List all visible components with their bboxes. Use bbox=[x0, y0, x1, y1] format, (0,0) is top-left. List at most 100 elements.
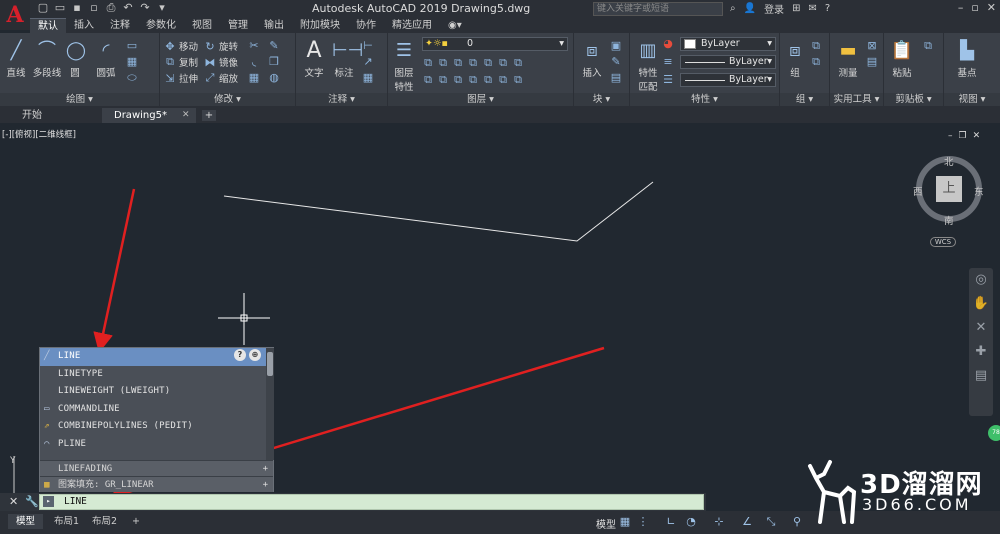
ortho-icon[interactable]: ∟ bbox=[664, 515, 678, 529]
quick-select-icon[interactable]: ⊠ bbox=[866, 39, 878, 52]
hatch-icon[interactable]: ▦ bbox=[126, 55, 138, 68]
user-icon[interactable]: 👤 bbox=[744, 3, 756, 14]
erase-icon[interactable]: ✎ bbox=[268, 39, 280, 52]
measure-button[interactable]: ▬ 测量 bbox=[834, 37, 862, 79]
ungroup-icon[interactable]: ⧉ bbox=[810, 39, 822, 53]
tab-parametric[interactable]: 参数化 bbox=[138, 18, 184, 33]
paste-button[interactable]: 📋 粘贴 bbox=[888, 37, 916, 79]
tab-addins[interactable]: 附加模块 bbox=[292, 18, 348, 33]
calculator-icon[interactable]: ▤ bbox=[866, 55, 878, 68]
tab-home[interactable]: 默认 bbox=[30, 18, 66, 33]
draw-group-title[interactable]: 绘图 ▾ bbox=[0, 93, 159, 106]
scrollbar-thumb[interactable] bbox=[267, 352, 273, 376]
grid-icon[interactable]: ▦ bbox=[618, 515, 632, 529]
trim-icon[interactable]: ✂ bbox=[248, 39, 260, 52]
fillet-icon[interactable]: ◟ bbox=[248, 55, 260, 68]
viewport-label[interactable]: [-][俯视][二维线框] bbox=[2, 128, 76, 140]
layer-dropdown[interactable]: ✦☼▪ 0 ▾ bbox=[422, 37, 568, 51]
rotate-button[interactable]: ↻ 旋转 bbox=[204, 39, 238, 54]
edit-block-icon[interactable]: ✎ bbox=[610, 55, 622, 68]
array-icon[interactable]: ▦ bbox=[248, 71, 260, 84]
view-group-title[interactable]: 视图 ▾ bbox=[944, 93, 1000, 106]
app-menu-button[interactable]: A bbox=[0, 0, 30, 30]
autocomplete-item-line[interactable]: ╱ LINE bbox=[40, 348, 266, 366]
exchange-icon[interactable]: ✉ bbox=[808, 3, 816, 14]
autocomplete-group-hatch[interactable]: ▦ 图案填充: GR_LINEAR + bbox=[40, 476, 273, 492]
search-icon[interactable]: ⌕ bbox=[730, 3, 736, 14]
color-wheel-icon[interactable]: ◕ bbox=[662, 37, 674, 50]
web-search-icon[interactable]: ⊕ bbox=[249, 349, 261, 361]
autocomplete-scrollbar[interactable] bbox=[266, 348, 274, 460]
explode-icon[interactable]: ❐ bbox=[268, 55, 280, 68]
layout-tab-2[interactable]: 布局2 bbox=[84, 514, 125, 529]
match-properties-button[interactable]: ▥ 特性 匹配 bbox=[634, 37, 662, 93]
clipboard-group-title[interactable]: 剪贴板 ▾ bbox=[884, 93, 943, 106]
close-icon[interactable]: ✕ bbox=[987, 1, 996, 14]
lineweight-toggle-icon[interactable]: ∠ bbox=[740, 515, 754, 529]
ellipse-icon[interactable]: ⬭ bbox=[126, 71, 138, 85]
tab-view[interactable]: 视图 bbox=[184, 18, 220, 33]
zoom-extents-icon[interactable]: ✕ bbox=[969, 316, 993, 340]
circle-button[interactable]: ◯ 圆 bbox=[64, 37, 86, 79]
tab-insert[interactable]: 插入 bbox=[66, 18, 102, 33]
create-block-icon[interactable]: ▣ bbox=[610, 39, 622, 52]
print-icon[interactable]: ⎙ bbox=[104, 1, 118, 15]
selection-cycling-icon[interactable]: ⤡ bbox=[764, 515, 778, 529]
rectangle-icon[interactable]: ▭ bbox=[126, 39, 138, 52]
table-icon[interactable]: ▦ bbox=[362, 71, 374, 84]
viewcube-top-face[interactable]: 上 bbox=[936, 176, 962, 202]
autocomplete-group-linefading[interactable]: LINEFADING + bbox=[40, 460, 273, 476]
stretch-button[interactable]: ⇲ 拉伸 bbox=[164, 71, 198, 86]
search-input[interactable]: 键入关键字或短语 bbox=[593, 2, 723, 16]
showmotion-icon[interactable]: ▤ bbox=[969, 364, 993, 388]
osnap-icon[interactable]: ⊹ bbox=[712, 515, 726, 529]
group-button[interactable]: ⧈ 组 bbox=[782, 37, 808, 79]
move-button[interactable]: ✥ 移动 bbox=[164, 39, 198, 54]
layer-tools-row-1[interactable]: ⧉ ⧉ ⧉ ⧉ ⧉ ⧉ ⧉ bbox=[422, 56, 524, 70]
tab-annotate[interactable]: 注释 bbox=[102, 18, 138, 33]
help-icon[interactable]: ? bbox=[825, 3, 830, 14]
viewport-minimize-icon[interactable]: – bbox=[948, 131, 953, 141]
compass-east[interactable]: 东 bbox=[974, 184, 984, 198]
close-tab-icon[interactable]: ✕ bbox=[182, 108, 190, 123]
mirror-button[interactable]: ⧓ 镜像 bbox=[204, 55, 239, 70]
add-tab-button[interactable]: + bbox=[202, 110, 216, 121]
layer-tools-row-2[interactable]: ⧉ ⧉ ⧉ ⧉ ⧉ ⧉ ⧉ bbox=[422, 73, 524, 87]
autocomplete-item-linetype[interactable]: LINETYPE bbox=[40, 366, 266, 384]
modify-group-title[interactable]: 修改 ▾ bbox=[160, 93, 295, 106]
undo-icon[interactable]: ↶ bbox=[121, 1, 135, 15]
polar-icon[interactable]: ◔ bbox=[684, 515, 698, 529]
offset-icon[interactable]: ◍ bbox=[268, 71, 280, 84]
share-icon[interactable]: ▾ bbox=[155, 1, 169, 15]
autocomplete-item-lineweight[interactable]: LINEWEIGHT (LWEIGHT) bbox=[40, 383, 266, 401]
start-tab[interactable]: 开始 bbox=[10, 108, 54, 123]
command-input[interactable]: ▸ LINE bbox=[39, 494, 704, 510]
tab-featured-apps[interactable]: 精选应用 bbox=[384, 18, 440, 33]
expand-icon[interactable]: + bbox=[263, 477, 268, 493]
pan-icon[interactable]: ✋ bbox=[969, 292, 993, 316]
layout-tab-1[interactable]: 布局1 bbox=[46, 514, 87, 529]
command-prompt-icon[interactable]: ▸ bbox=[43, 496, 54, 507]
block-attr-icon[interactable]: ▤ bbox=[610, 71, 622, 84]
linear-dim-icon[interactable]: ⊢ bbox=[362, 39, 374, 52]
lineweight-dropdown[interactable]: ByLayer ▾ bbox=[680, 73, 776, 87]
lineweight-icon[interactable]: ☰ bbox=[662, 73, 674, 86]
layout-tab-model[interactable]: 模型 bbox=[8, 514, 44, 529]
base-point-button[interactable]: ▙ 基点 bbox=[950, 37, 984, 79]
compass-north[interactable]: 北 bbox=[944, 154, 954, 168]
line-button[interactable]: ╱ 直线 bbox=[3, 37, 29, 79]
copy-clip-icon[interactable]: ⧉ bbox=[922, 39, 934, 53]
text-button[interactable]: A 文字 bbox=[300, 37, 328, 80]
arc-button[interactable]: ◜ 圆弧 bbox=[92, 37, 120, 79]
polyline-button[interactable]: ⌒ 多段线 bbox=[30, 37, 64, 79]
compass-west[interactable]: 西 bbox=[913, 184, 923, 198]
scale-button[interactable]: ⤢ 缩放 bbox=[204, 71, 238, 85]
orbit-icon[interactable]: ✚ bbox=[969, 340, 993, 364]
model-space-button[interactable]: 模型 bbox=[596, 516, 616, 531]
layers-group-title[interactable]: 图层 ▾ bbox=[388, 93, 573, 106]
tab-manage[interactable]: 管理 bbox=[220, 18, 256, 33]
copy-button[interactable]: ⧉ 复制 bbox=[164, 55, 198, 69]
add-layout-button[interactable]: + bbox=[124, 514, 148, 529]
ribbon-toggle-icon[interactable]: ◉▾ bbox=[440, 18, 470, 33]
autocomplete-item-combinepolylines[interactable]: ⇗ COMBINEPOLYLINES (PEDIT) bbox=[40, 418, 266, 436]
